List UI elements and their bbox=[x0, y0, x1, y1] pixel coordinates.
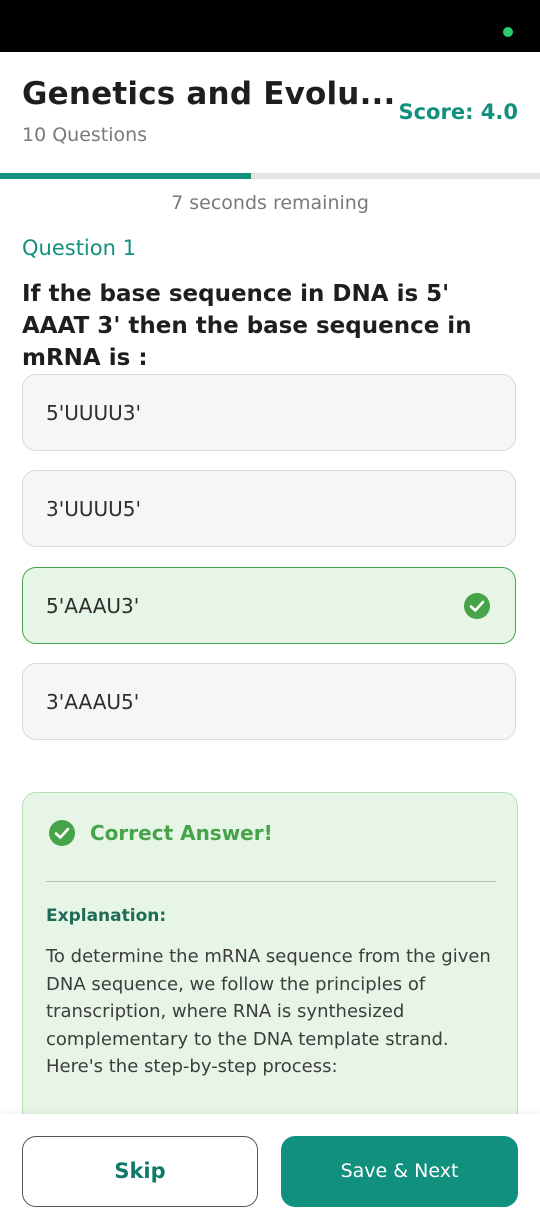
score-label: Score: 4.0 bbox=[398, 100, 518, 124]
skip-button[interactable]: Skip bbox=[22, 1136, 258, 1207]
option-label: 5'AAAU3' bbox=[46, 594, 140, 618]
progress-bar bbox=[0, 173, 540, 179]
divider bbox=[46, 881, 496, 882]
option-4[interactable]: 3'AAAU5' bbox=[22, 663, 516, 740]
timer-text: 7 seconds remaining bbox=[171, 192, 369, 214]
check-circle-icon bbox=[49, 820, 75, 846]
option-2[interactable]: 3'UUUU5' bbox=[22, 470, 516, 547]
status-bar bbox=[0, 0, 540, 52]
option-3[interactable]: 5'AAAU3' bbox=[22, 567, 516, 644]
explanation-heading: Explanation: bbox=[46, 906, 167, 926]
explanation-text: To determine the mRNA sequence from the … bbox=[46, 946, 491, 1077]
answer-status-title: Correct Answer! bbox=[90, 821, 273, 845]
option-label: 5'UUUU3' bbox=[46, 401, 141, 425]
quiz-title: Genetics and Evolu... bbox=[22, 76, 396, 112]
save-next-button[interactable]: Save & Next bbox=[281, 1136, 518, 1207]
question-count: 10 Questions bbox=[22, 124, 148, 146]
status-indicator-dot bbox=[503, 27, 513, 37]
option-1[interactable]: 5'UUUU3' bbox=[22, 374, 516, 451]
question-text: If the base sequence in DNA is 5' AAAT 3… bbox=[22, 281, 472, 371]
bottom-action-bar: Skip Save & Next bbox=[0, 1114, 540, 1230]
question-number: Question 1 bbox=[22, 236, 136, 260]
check-circle-icon bbox=[464, 593, 490, 619]
option-label: 3'UUUU5' bbox=[46, 497, 141, 521]
option-label: 3'AAAU5' bbox=[46, 690, 140, 714]
progress-bar-fill bbox=[0, 173, 252, 179]
